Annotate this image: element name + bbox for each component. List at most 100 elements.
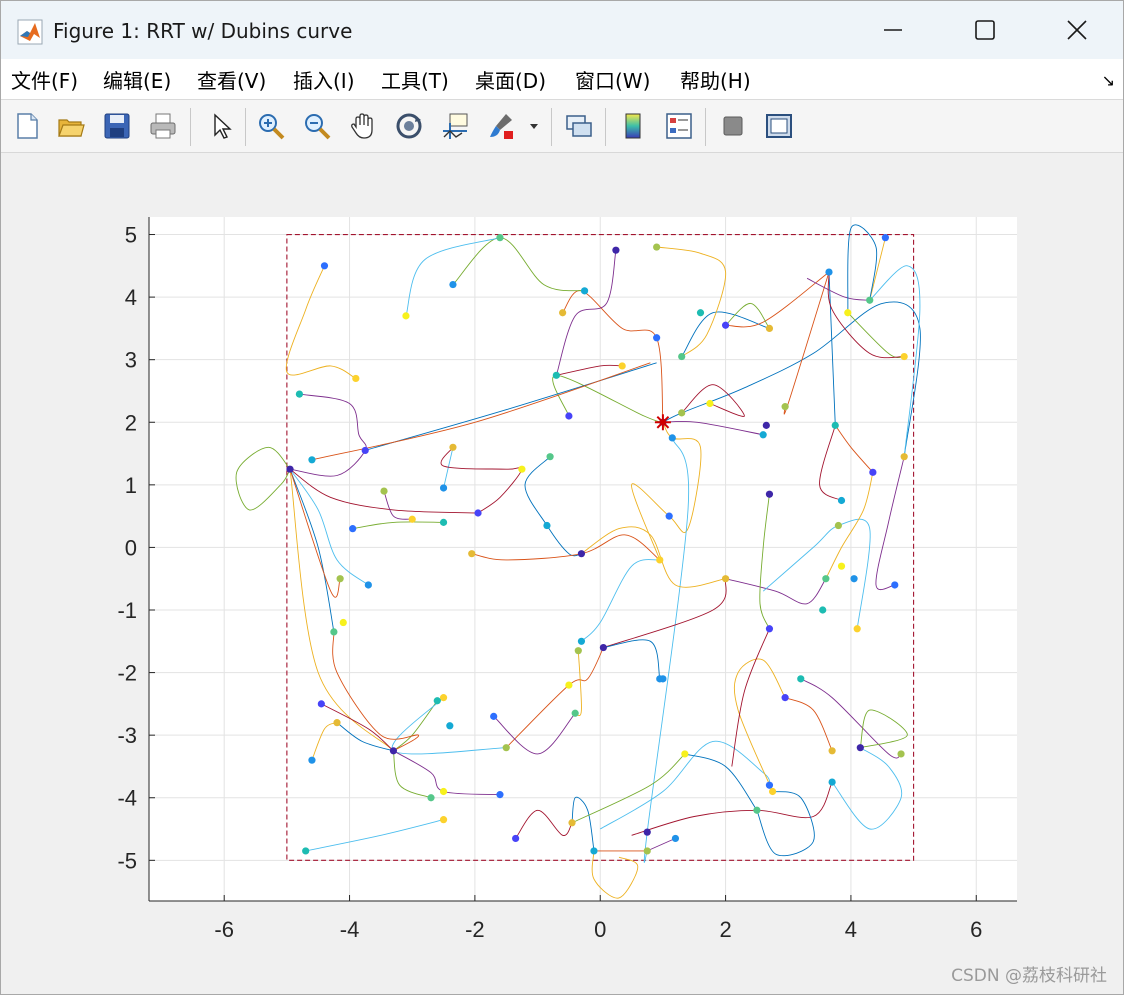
link-plot-button[interactable] bbox=[561, 108, 597, 144]
tree-node bbox=[574, 647, 582, 655]
tree-node bbox=[380, 487, 388, 495]
y-tick-label: 2 bbox=[125, 410, 137, 435]
tree-node bbox=[653, 334, 661, 342]
maximize-icon bbox=[975, 20, 995, 40]
pan-hand-icon bbox=[351, 113, 373, 139]
hide-tools-icon bbox=[723, 116, 743, 136]
tree-node bbox=[844, 309, 852, 317]
x-tick-label: -2 bbox=[465, 917, 485, 942]
show-tools-button[interactable] bbox=[761, 108, 797, 144]
tree-node bbox=[643, 828, 651, 836]
y-tick-label: -2 bbox=[117, 661, 137, 686]
tree-node bbox=[449, 280, 457, 289]
tree-node bbox=[681, 750, 689, 758]
legend-button[interactable] bbox=[661, 108, 697, 144]
menu-help[interactable]: 帮助(H) bbox=[680, 65, 751, 94]
pointer-icon bbox=[214, 113, 232, 139]
maximize-button[interactable] bbox=[939, 1, 1031, 59]
tree-node bbox=[490, 712, 498, 720]
colorbar-button[interactable] bbox=[615, 108, 651, 144]
menu-view[interactable]: 查看(V) bbox=[197, 65, 266, 94]
rotate-3d-button[interactable] bbox=[391, 108, 427, 144]
tree-node bbox=[546, 453, 554, 461]
tree-node bbox=[768, 787, 777, 796]
figure-canvas: -6 -4 -2 0 2 4 6 -5 -4 -3 -2 -1 0 1 2 3 4 5 CSDN @荔枝科研社 bbox=[1, 153, 1123, 994]
rrt-dubins-plot[interactable]: -6 -4 -2 0 2 4 6 -5 -4 -3 -2 -1 0 1 2 3 4 5 bbox=[1, 153, 1123, 994]
tree-node bbox=[333, 719, 341, 727]
y-tick-label: -3 bbox=[117, 723, 137, 748]
tree-node bbox=[565, 681, 573, 689]
legend-icon bbox=[666, 113, 692, 139]
tree-node bbox=[449, 443, 457, 451]
menu-insert[interactable]: 插入(I) bbox=[293, 65, 355, 94]
tree-node bbox=[765, 625, 774, 633]
menu-desktop[interactable]: 桌面(D) bbox=[475, 65, 546, 94]
tree-node bbox=[317, 700, 325, 708]
window-title: Figure 1: RRT w/ Dubins curve bbox=[53, 19, 353, 43]
open-file-button[interactable] bbox=[53, 108, 89, 144]
brush-button[interactable] bbox=[483, 108, 519, 144]
tree-node bbox=[765, 490, 774, 498]
minimize-button[interactable] bbox=[847, 1, 939, 59]
tree-node bbox=[402, 312, 410, 320]
matlab-logo-icon bbox=[17, 19, 43, 45]
tree-node bbox=[439, 816, 448, 824]
y-tick-label: 1 bbox=[125, 473, 137, 498]
tree-node bbox=[599, 643, 607, 652]
tree-node bbox=[891, 581, 899, 589]
tree-node bbox=[668, 434, 676, 442]
tree-node bbox=[543, 521, 551, 530]
brush-dropdown[interactable] bbox=[525, 108, 543, 144]
tree-node bbox=[590, 847, 598, 855]
x-tick-label: 6 bbox=[970, 917, 982, 942]
tree-node bbox=[781, 403, 789, 411]
zoom-out-button[interactable] bbox=[299, 108, 335, 144]
open-file-icon bbox=[58, 119, 85, 137]
zoom-in-button[interactable] bbox=[253, 108, 289, 144]
minimize-icon bbox=[884, 29, 902, 31]
tree-node bbox=[834, 521, 842, 530]
tree-node bbox=[828, 747, 836, 755]
menu-edit[interactable]: 编辑(E) bbox=[103, 65, 171, 94]
tree-node bbox=[433, 697, 441, 705]
tree-node bbox=[753, 806, 761, 814]
tree-node bbox=[866, 296, 874, 304]
tree-node bbox=[339, 618, 347, 627]
save-button[interactable] bbox=[99, 108, 135, 144]
tree-node bbox=[678, 352, 686, 361]
dock-figure-icon[interactable]: ↘ bbox=[1102, 71, 1115, 90]
tree-node bbox=[653, 243, 661, 251]
axes-background bbox=[149, 217, 1017, 901]
rotate-3d-icon bbox=[396, 113, 422, 139]
zoom-in-icon bbox=[259, 114, 285, 140]
tree-node bbox=[330, 628, 338, 636]
colorbar-icon bbox=[625, 113, 641, 139]
new-figure-icon bbox=[17, 113, 38, 139]
tree-node bbox=[721, 575, 730, 583]
data-cursor-button[interactable] bbox=[437, 108, 473, 144]
watermark: CSDN @荔枝科研社 bbox=[951, 966, 1107, 986]
tree-node bbox=[837, 496, 846, 505]
tree-node bbox=[656, 675, 664, 683]
tree-node bbox=[643, 847, 651, 855]
print-button[interactable] bbox=[145, 108, 181, 144]
tree-node bbox=[856, 744, 864, 752]
new-figure-button[interactable] bbox=[9, 108, 45, 144]
close-button[interactable] bbox=[1031, 1, 1123, 59]
tree-node bbox=[439, 694, 448, 702]
tree-node bbox=[427, 794, 435, 802]
hide-tools-button[interactable] bbox=[715, 108, 751, 144]
tree-node bbox=[408, 515, 416, 523]
menu-tools[interactable]: 工具(T) bbox=[381, 65, 449, 94]
tree-node bbox=[361, 446, 369, 455]
menu-window[interactable]: 窗口(W) bbox=[575, 65, 650, 94]
tree-node bbox=[518, 465, 526, 473]
menu-file[interactable]: 文件(F) bbox=[11, 65, 78, 94]
pan-button[interactable] bbox=[345, 108, 381, 144]
tree-node bbox=[502, 744, 510, 752]
pointer-button[interactable] bbox=[203, 108, 239, 144]
y-tick-label: -5 bbox=[117, 848, 137, 873]
tree-node bbox=[721, 321, 730, 329]
title-bar: Figure 1: RRT w/ Dubins curve bbox=[1, 1, 1123, 59]
tree-node bbox=[831, 421, 839, 429]
